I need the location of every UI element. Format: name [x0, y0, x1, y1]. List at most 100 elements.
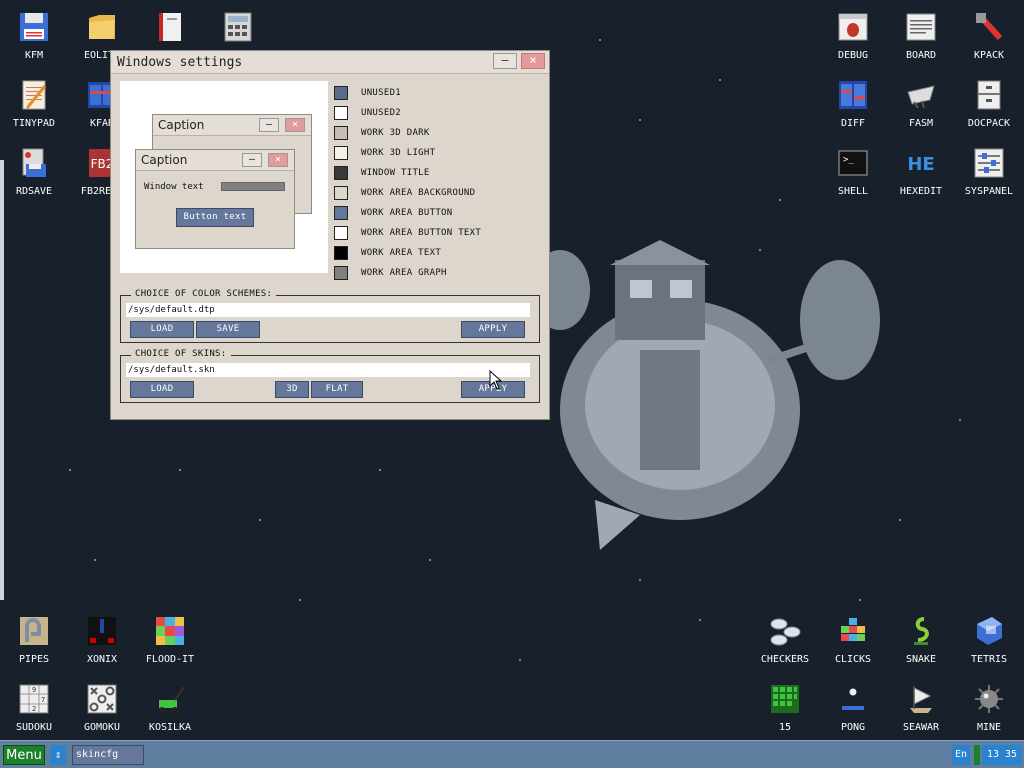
color-swatch[interactable]	[334, 226, 348, 240]
preview-button: Button text	[176, 208, 254, 227]
desktop-icon-debug[interactable]: DEBUG	[821, 10, 885, 61]
diff-icon	[836, 78, 870, 112]
color-label: WINDOW TITLE	[361, 168, 430, 178]
color-swatch[interactable]	[334, 146, 348, 160]
desktop-icon-15[interactable]: 15	[753, 682, 817, 733]
desktop-icon-kosilka[interactable]: KOSILKA	[138, 682, 202, 733]
desktop-icon-pong[interactable]: PONG	[821, 682, 885, 733]
color-swatch[interactable]	[334, 186, 348, 200]
desktop-icon-clicks[interactable]: CLICKS	[821, 614, 885, 665]
color-row[interactable]: WORK AREA BUTTON TEXT	[334, 223, 481, 243]
desktop-icon-label: 15	[778, 722, 792, 733]
skin-path-input[interactable]: /sys/default.skn	[126, 363, 530, 377]
svg-text:2: 2	[32, 705, 36, 713]
color-row[interactable]: WORK 3D DARK	[334, 123, 481, 143]
color-swatch[interactable]	[334, 266, 348, 280]
color-row[interactable]: WORK AREA TEXT	[334, 243, 481, 263]
planet-wallpaper	[530, 240, 880, 550]
scheme-save-button[interactable]: SAVE	[196, 321, 260, 338]
desktop-icon-hexedit[interactable]: HE HEXEDIT	[889, 146, 953, 197]
scheme-apply-button[interactable]: APPLY	[461, 321, 525, 338]
preview-graph-bar	[221, 182, 285, 191]
desktop-icon-checkers[interactable]: CHECKERS	[753, 614, 817, 665]
desktop-icon-syspanel[interactable]: SYSPANEL	[957, 146, 1021, 197]
skin-preview: Caption – × Caption – × Window text Butt…	[120, 81, 328, 273]
calculator-icon	[221, 10, 255, 44]
desktop-icon-label: GOMOKU	[83, 722, 121, 733]
desktop-icon-gomoku[interactable]: GOMOKU	[70, 682, 134, 733]
color-list: UNUSED1 UNUSED2 WORK 3D DARK WORK 3D LIGHT W…	[334, 83, 481, 283]
desktop-icon-kpack[interactable]: KPACK	[957, 10, 1021, 61]
desktop-icon-label: KPACK	[973, 50, 1005, 61]
desktop-icon-label: MINE	[976, 722, 1002, 733]
color-row[interactable]: WORK 3D LIGHT	[334, 143, 481, 163]
scheme-load-button[interactable]: LOAD	[130, 321, 194, 338]
window-titlebar[interactable]: Windows settings	[111, 51, 549, 74]
color-swatch[interactable]	[334, 86, 348, 100]
color-row[interactable]: WINDOW TITLE	[334, 163, 481, 183]
desktop-icon-mine[interactable]: MINE	[957, 682, 1021, 733]
checkers-icon	[768, 614, 802, 648]
color-swatch[interactable]	[334, 126, 348, 140]
fasm-icon	[904, 78, 938, 112]
desktop-icon-rdsave[interactable]: RDSAVE	[2, 146, 66, 197]
desktop-icon-pipes[interactable]: PIPES	[2, 614, 66, 665]
svg-text:>_: >_	[843, 155, 854, 165]
preview-close-button: ×	[285, 118, 305, 132]
color-row[interactable]: WORK AREA BACKGROUND	[334, 183, 481, 203]
language-indicator[interactable]: En	[952, 745, 970, 765]
color-swatch[interactable]	[334, 246, 348, 260]
desktop-icon-docpack[interactable]: DOCPACK	[957, 78, 1021, 129]
desktop-icon-label: PONG	[840, 722, 866, 733]
taskbar-item-skincfg[interactable]: skincfg	[72, 745, 144, 765]
color-row[interactable]: WORK AREA BUTTON	[334, 203, 481, 223]
skin-3d-button[interactable]: 3D	[275, 381, 309, 398]
desktop-icon-fasm[interactable]: FASM	[889, 78, 953, 129]
color-label: WORK 3D DARK	[361, 128, 430, 138]
preview-minimize-button: –	[259, 118, 279, 132]
desktop-icon-label: FASM	[908, 118, 934, 129]
close-button[interactable]: ×	[521, 53, 545, 69]
clock-separator	[974, 745, 980, 765]
desktop-icon-seawar[interactable]: SEAWAR	[889, 682, 953, 733]
desktop-icon-tinypad[interactable]: TINYPAD	[2, 78, 66, 129]
desktop-icon-xonix[interactable]: XONIX	[70, 614, 134, 665]
desktop-icon-book[interactable]	[138, 10, 202, 50]
desktop-icon-label: KFM	[24, 50, 44, 61]
switch-arrow-icon[interactable]: ⇕	[50, 745, 66, 765]
color-swatch[interactable]	[334, 206, 348, 220]
desktop-icon-calc[interactable]	[206, 10, 270, 50]
color-row[interactable]: UNUSED1	[334, 83, 481, 103]
skin-load-button[interactable]: LOAD	[130, 381, 194, 398]
skin-flat-button[interactable]: FLAT	[311, 381, 363, 398]
desktop-icon-kfm[interactable]: KFM	[2, 10, 66, 61]
svg-text:HE: HE	[907, 154, 934, 175]
color-row[interactable]: WORK AREA GRAPH	[334, 263, 481, 283]
color-swatch[interactable]	[334, 106, 348, 120]
svg-text:7: 7	[41, 696, 45, 704]
hexedit-icon: HE	[904, 146, 938, 180]
menu-button[interactable]: Menu	[3, 745, 45, 765]
desktop-icon-snake[interactable]: SNAKE	[889, 614, 953, 665]
red-book-icon	[153, 10, 187, 44]
seawar-icon	[904, 682, 938, 716]
color-swatch[interactable]	[334, 166, 348, 180]
color-row[interactable]: UNUSED2	[334, 103, 481, 123]
desktop-icon-sudoku[interactable]: 972 SUDOKU	[2, 682, 66, 733]
scheme-path-input[interactable]: /sys/default.dtp	[126, 303, 530, 317]
gomoku-icon	[85, 682, 119, 716]
desktop-icon-diff[interactable]: DIFF	[821, 78, 885, 129]
minimize-button[interactable]: –	[493, 53, 517, 69]
color-label: WORK AREA TEXT	[361, 248, 442, 258]
desktop-icon-tetris[interactable]: TETRIS	[957, 614, 1021, 665]
clock[interactable]: 13 35	[982, 745, 1022, 765]
pong-icon	[836, 682, 870, 716]
desktop-icon-label: HEXEDIT	[899, 186, 943, 197]
sliders-icon	[972, 146, 1006, 180]
desktop-icon-board[interactable]: BOARD	[889, 10, 953, 61]
folder-icon	[85, 10, 119, 44]
desktop-icon-label: XONIX	[86, 654, 118, 665]
desktop-icon-flood-it[interactable]: FLOOD-IT	[138, 614, 202, 665]
preview-window-front: Caption – × Window text Button text	[135, 149, 295, 249]
desktop-icon-shell[interactable]: >_ SHELL	[821, 146, 885, 197]
